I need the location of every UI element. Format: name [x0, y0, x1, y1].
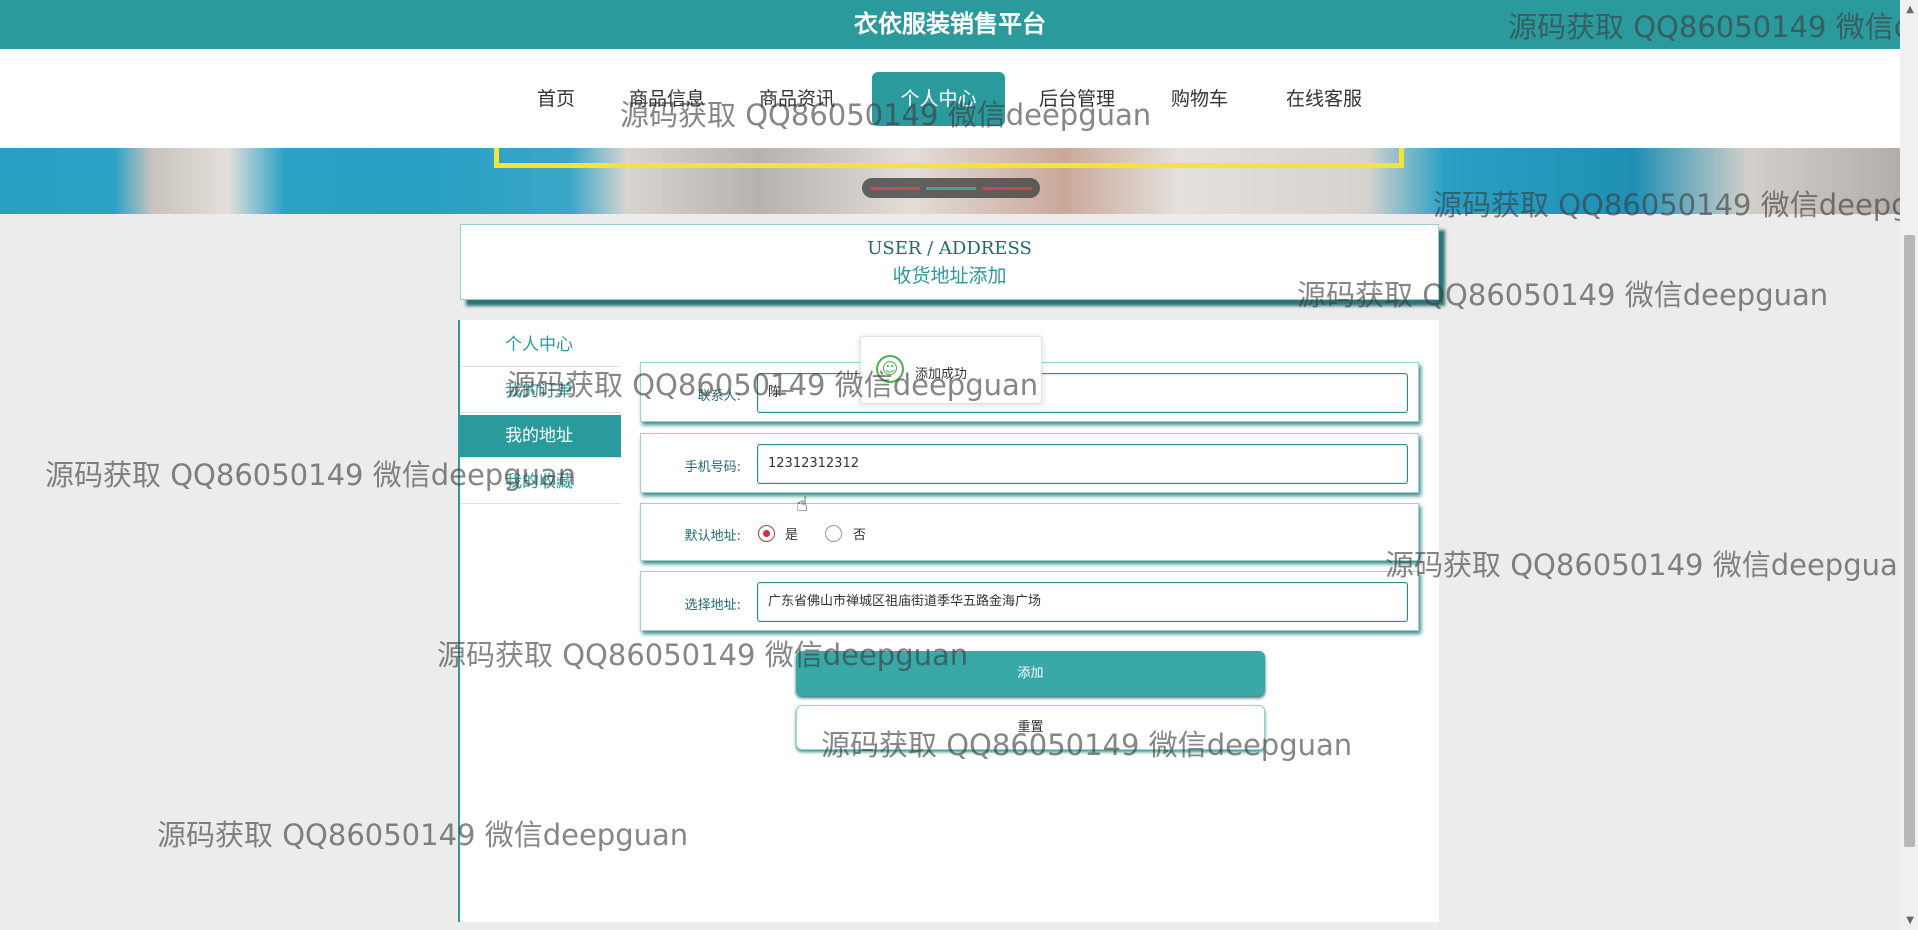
banner-frame — [494, 148, 1404, 168]
scroll-thumb[interactable] — [1904, 235, 1915, 847]
nav-item-home[interactable]: 首页 — [534, 72, 578, 126]
page-scrollbar[interactable]: ▲ ▼ — [1900, 0, 1918, 930]
watermark: 源码获取 QQ86050149 微信deepguan — [1508, 10, 1918, 44]
carousel-dot[interactable] — [982, 187, 1032, 190]
nav-item-online-service[interactable]: 在线客服 — [1283, 72, 1365, 126]
radio-yes-label[interactable]: 是 — [785, 524, 798, 543]
watermark: 源码获取 QQ86050149 微信deepguan — [620, 98, 1152, 132]
address-select[interactable]: 广东省佛山市禅城区祖庙街道季华五路金海广场 — [757, 582, 1408, 622]
sidebar-item-user-center[interactable]: 个人中心 — [460, 324, 623, 367]
page-header-box: USER / ADDRESS 收货地址添加 — [460, 224, 1439, 300]
watermark: 源码获取 QQ86050149 微信deepguan — [507, 368, 1039, 402]
default-address-label: 默认地址: — [684, 529, 741, 544]
hand-cursor-icon: ☝ — [796, 492, 809, 516]
scroll-up-icon[interactable]: ▲ — [1906, 4, 1914, 15]
watermark: 源码获取 QQ86050149 微信deepguan — [821, 728, 1353, 762]
phone-label: 手机号码: — [684, 460, 741, 475]
carousel-indicators — [862, 178, 1040, 198]
watermark: 源码获取 QQ86050149 微信deepguan — [1297, 278, 1829, 312]
watermark: 源码获取 QQ86050149 微信deepguan — [157, 818, 689, 852]
watermark: 源码获取 QQ86050149 微信deepguan — [437, 638, 969, 672]
phone-input[interactable]: 12312312312 — [757, 444, 1408, 484]
watermark: 源码获取 QQ86050149 微信deepguan — [45, 458, 577, 492]
radio-default-yes[interactable] — [758, 525, 775, 542]
page-title-en: USER / ADDRESS — [867, 238, 1032, 259]
address-label: 选择地址: — [684, 598, 741, 613]
form-row-phone: 手机号码: 12312312312 — [640, 433, 1419, 493]
nav-item-cart[interactable]: 购物车 — [1168, 72, 1231, 126]
scroll-down-icon[interactable]: ▼ — [1906, 915, 1914, 926]
watermark: 源码获取 QQ86050149 微信deepguan — [1433, 188, 1918, 222]
watermark: 源码获取 QQ86050149 微信deepguan — [1385, 548, 1917, 582]
page-title-cn: 收货地址添加 — [892, 265, 1007, 287]
form-row-address: 选择地址: 广东省佛山市禅城区祖庙街道季华五路金海广场 — [640, 571, 1419, 631]
form-row-default: 默认地址: 是 否 — [640, 503, 1419, 561]
carousel-dot-active[interactable] — [926, 187, 976, 190]
radio-default-no[interactable] — [825, 525, 842, 542]
carousel-dot[interactable] — [870, 187, 920, 190]
radio-no-label[interactable]: 否 — [853, 524, 866, 543]
